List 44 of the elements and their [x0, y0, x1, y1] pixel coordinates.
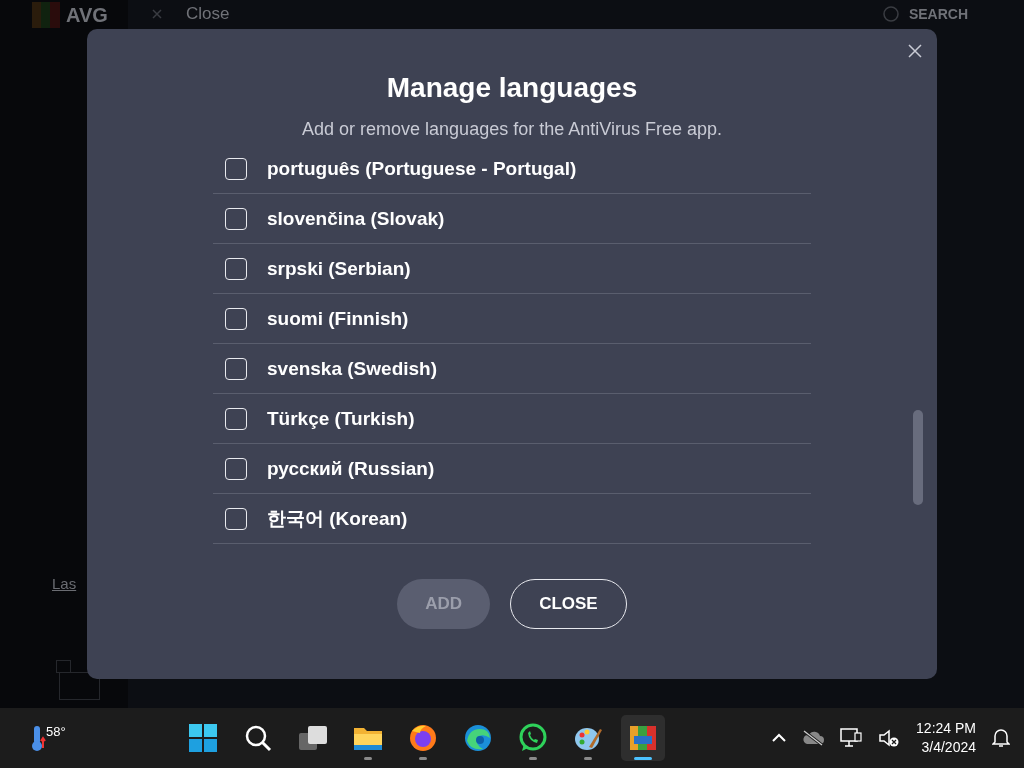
close-link[interactable]: Close	[186, 4, 230, 24]
language-label: suomi (Finnish)	[267, 307, 409, 330]
temperature: 58°	[46, 724, 66, 739]
scrollbar-thumb[interactable]	[913, 410, 923, 505]
chat-phone-icon	[518, 723, 548, 753]
language-label: slovenčina (Slovak)	[267, 207, 445, 230]
language-label: svenska (Swedish)	[267, 357, 438, 380]
search-icon	[244, 724, 272, 752]
thermometer-icon[interactable]	[30, 724, 46, 752]
taskbar-app[interactable]	[621, 715, 665, 761]
link[interactable]: Las	[52, 575, 77, 592]
network-icon[interactable]	[840, 728, 863, 748]
fox-browser-icon	[408, 723, 438, 753]
logo-icon	[32, 2, 60, 28]
checkbox[interactable]	[225, 507, 247, 530]
wave-browser-icon	[463, 723, 493, 753]
folder-icon	[353, 725, 383, 751]
chevron-up-icon[interactable]	[772, 733, 787, 743]
checkbox[interactable]	[225, 457, 247, 480]
language-label: Türkçe (Turkish)	[267, 407, 415, 430]
checkbox[interactable]	[225, 407, 247, 430]
colored-blocks-icon	[628, 723, 658, 753]
dialog-title: Manage languages	[386, 71, 638, 105]
search-link[interactable]: SEARCH	[908, 6, 968, 22]
language-label: 한국어 (Korean)	[267, 506, 408, 531]
bell-icon[interactable]	[992, 728, 1010, 748]
speaker-muted-icon[interactable]	[878, 728, 901, 748]
dialog-subtitle: Add or remove languages for the AntiVirus Free app.	[302, 118, 722, 141]
clock-time[interactable]: 12:24 PM	[916, 719, 976, 738]
language-label: русский (Russian)	[267, 457, 435, 480]
boxes-icon	[56, 660, 100, 700]
checkbox[interactable]	[225, 207, 247, 230]
logo-text: AVG	[66, 3, 108, 27]
language-label: português (Portuguese - Portugal)	[267, 157, 577, 180]
checkbox[interactable]	[225, 157, 247, 180]
windows-icon	[188, 723, 218, 753]
checkbox[interactable]	[225, 357, 247, 380]
checkbox[interactable]	[225, 257, 247, 280]
language-label: srpski (Serbian)	[267, 257, 411, 280]
cloud-off-icon[interactable]	[802, 730, 825, 746]
close-button[interactable]: CLOSE	[510, 579, 627, 629]
clock-date[interactable]: 3/4/2024	[921, 738, 976, 757]
checkbox[interactable]	[225, 307, 247, 330]
windows-stack-icon	[298, 725, 328, 751]
